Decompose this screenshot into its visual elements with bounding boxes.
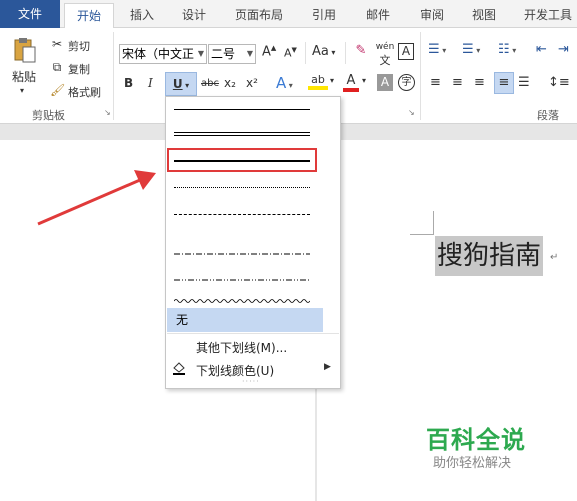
- more-underlines-menu-item[interactable]: 其他下划线(M)...: [196, 339, 287, 356]
- cut-button[interactable]: 剪切: [68, 38, 90, 54]
- font-name-value: 宋体（中文正: [122, 47, 195, 61]
- shrink-font-icon[interactable]: A▼: [284, 46, 297, 60]
- line-spacing-icon[interactable]: ↕≡: [548, 75, 570, 90]
- underline-option-single[interactable]: [174, 109, 310, 110]
- font-launcher-icon[interactable]: ↘: [408, 108, 415, 117]
- underline-option-dotted[interactable]: [174, 187, 310, 188]
- ribbon-separator: [420, 32, 421, 120]
- paragraph-mark: ↵: [550, 252, 559, 263]
- paragraph-group-label: 段落: [537, 109, 559, 122]
- text-effects-icon[interactable]: A ▾: [276, 74, 293, 92]
- selected-document-text[interactable]: 搜狗指南: [435, 236, 544, 276]
- ribbon-separator: [305, 42, 306, 64]
- clipboard-launcher-icon[interactable]: ↘: [104, 108, 111, 117]
- tab-mailings[interactable]: 邮件: [364, 3, 392, 28]
- font-size-combo[interactable]: 二号 ▼: [208, 44, 256, 64]
- phonetic-guide-icon[interactable]: wén 文: [375, 42, 395, 68]
- align-center-icon[interactable]: ≡: [452, 75, 463, 90]
- chevron-right-icon: ▶: [324, 362, 331, 372]
- numbering-icon[interactable]: ☰ ▾: [462, 42, 480, 57]
- underline-option-none[interactable]: 无: [167, 308, 323, 332]
- paste-button[interactable]: 粘贴: [12, 68, 36, 85]
- ribbon-separator: [113, 32, 114, 120]
- tab-file[interactable]: 文件: [0, 0, 60, 28]
- multilevel-list-icon[interactable]: ☷ ▾: [498, 42, 516, 57]
- bullets-icon[interactable]: ☰ ▾: [428, 42, 446, 57]
- chevron-down-icon[interactable]: ▾: [330, 76, 334, 85]
- paste-dropdown-icon[interactable]: ▾: [20, 86, 24, 95]
- grow-font-icon[interactable]: A▲: [262, 44, 276, 59]
- distributed-icon[interactable]: ☰: [518, 75, 530, 90]
- underline-color-menu-item[interactable]: 下划线颜色(U): [196, 362, 274, 379]
- bold-icon[interactable]: B: [124, 76, 133, 90]
- ribbon-separator: [345, 42, 346, 64]
- underline-option-wavy[interactable]: [173, 289, 311, 303]
- clear-formatting-icon[interactable]: ✎: [352, 43, 370, 58]
- margin-corner-mark: [433, 211, 434, 235]
- underline-option-dashed[interactable]: [174, 214, 310, 215]
- scissors-icon[interactable]: ✂: [50, 37, 64, 51]
- subscript-icon[interactable]: x₂: [224, 76, 236, 90]
- tab-references[interactable]: 引用: [310, 3, 338, 28]
- tab-page-layout[interactable]: 页面布局: [234, 3, 284, 28]
- clipboard-group-label: 剪贴板: [32, 109, 65, 122]
- increase-indent-icon[interactable]: ⇥: [558, 42, 569, 57]
- watermark-logo-subtitle: 助你轻松解决: [433, 456, 512, 471]
- format-painter-icon[interactable]: 🖌: [50, 83, 65, 97]
- font-size-value: 二号: [211, 47, 236, 61]
- margin-corner-mark: [410, 234, 434, 235]
- align-right-icon[interactable]: ≡: [474, 75, 485, 90]
- font-name-combo[interactable]: 宋体（中文正 ▼: [119, 44, 207, 64]
- copy-icon[interactable]: ⧉: [50, 60, 64, 75]
- paint-bucket-icon: [171, 360, 187, 376]
- chevron-down-icon[interactable]: ▾: [362, 76, 366, 85]
- tab-developer[interactable]: 开发工具: [522, 3, 574, 28]
- chevron-down-icon: ▼: [197, 49, 204, 58]
- underline-icon: U: [172, 77, 183, 91]
- annotation-highlight-box: [167, 148, 317, 172]
- tab-home[interactable]: 开始: [64, 3, 114, 29]
- character-border-icon[interactable]: A: [398, 43, 414, 60]
- justify-icon[interactable]: ≡: [494, 72, 514, 94]
- watermark-logo-title: 百科全说: [426, 426, 526, 454]
- italic-icon[interactable]: I: [148, 76, 153, 90]
- tab-view[interactable]: 视图: [470, 3, 498, 28]
- strikethrough-icon[interactable]: abc: [201, 78, 219, 89]
- underline-option-dash-dot[interactable]: [174, 240, 310, 255]
- chevron-down-icon: ▾: [182, 81, 190, 90]
- menu-divider: [167, 333, 339, 334]
- tab-design[interactable]: 设计: [180, 3, 208, 28]
- align-left-icon[interactable]: ≡: [430, 75, 441, 90]
- change-case-icon[interactable]: Aa ▾: [312, 44, 335, 59]
- enclose-characters-icon[interactable]: 字: [398, 74, 415, 91]
- format-painter-button[interactable]: 格式刷: [68, 84, 101, 100]
- resize-grip-icon[interactable]: ·····: [242, 377, 260, 386]
- underline-option-double[interactable]: [174, 132, 310, 136]
- underline-style-dropdown: 无 其他下划线(M)... 下划线颜色(U) ▶ ·····: [165, 96, 341, 389]
- font-color-icon[interactable]: A: [343, 73, 359, 92]
- copy-button[interactable]: 复制: [68, 61, 90, 77]
- character-shading-icon[interactable]: A: [377, 74, 393, 91]
- highlight-color-icon[interactable]: ab: [308, 73, 328, 90]
- superscript-icon[interactable]: x²: [246, 76, 258, 90]
- tab-insert[interactable]: 插入: [128, 3, 156, 28]
- chevron-down-icon: ▼: [246, 49, 253, 58]
- decrease-indent-icon[interactable]: ⇤: [536, 42, 547, 57]
- underline-option-dash-dot-dot[interactable]: [174, 266, 310, 281]
- ribbon-tab-bar: 文件 开始 插入 设计 页面布局 引用 邮件 审阅 视图 开发工具: [0, 0, 577, 29]
- underline-button[interactable]: U ▾: [165, 72, 197, 96]
- tab-review[interactable]: 审阅: [418, 3, 446, 28]
- paste-icon[interactable]: [12, 36, 38, 64]
